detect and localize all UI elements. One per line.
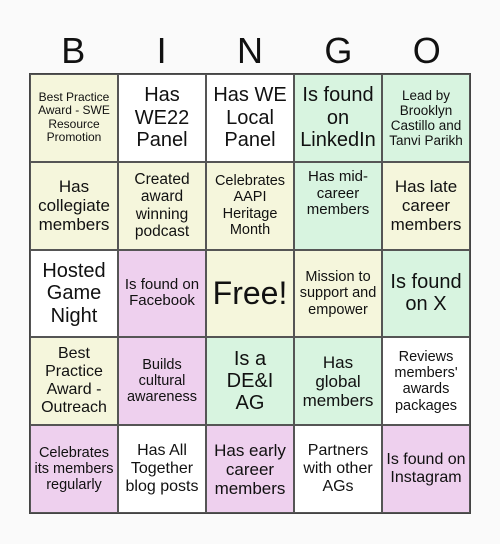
bingo-cell[interactable]: Is found on Instagram	[382, 425, 470, 513]
bingo-cell[interactable]: Hosted Game Night	[30, 249, 118, 338]
header-letter-n: N	[236, 30, 263, 71]
bingo-cell[interactable]: Is a DE&I AG	[206, 337, 294, 426]
bingo-cell[interactable]: Reviews members' awards packages	[382, 337, 470, 426]
cell-text: Best Practice Award - SWE Resource Promo…	[38, 90, 110, 145]
cell-text: Has All Together blog posts	[125, 442, 199, 496]
bingo-cell[interactable]: Has collegiate members	[30, 161, 118, 250]
bingo-cell[interactable]: Is found on X	[382, 249, 470, 338]
cell-text: Has global members	[302, 352, 374, 410]
bingo-cell[interactable]: Has mid-career members	[294, 161, 382, 250]
bingo-cell[interactable]: Has global members	[294, 337, 382, 426]
cell-text: Is found on Facebook	[124, 275, 200, 310]
bingo-header: B I N G O	[29, 30, 471, 72]
cell-text: Celebrates its members regularly	[34, 444, 114, 494]
bingo-cell[interactable]: Builds cultural awareness	[118, 337, 206, 426]
cell-text: Partners with other AGs	[303, 442, 373, 496]
cell-text: Has WE Local Panel	[213, 84, 287, 152]
cell-text: Free!	[212, 274, 288, 311]
cell-text: Reviews members' awards packages	[394, 348, 458, 414]
cell-text: Is found on X	[390, 271, 462, 316]
bingo-cell[interactable]: Created award winning podcast	[118, 161, 206, 250]
bingo-cell[interactable]: Has early career members	[206, 425, 294, 513]
cell-text: Best Practice Award - Outreach	[41, 345, 107, 417]
bingo-cell[interactable]: Celebrates its members regularly	[30, 425, 118, 513]
bingo-cell[interactable]: Celebrates AAPI Heritage Month	[206, 161, 294, 250]
cell-text: Builds cultural awareness	[126, 356, 198, 406]
bingo-cell[interactable]: Best Practice Award - Outreach	[30, 337, 118, 426]
bingo-cell[interactable]: Has WE Local Panel	[206, 74, 294, 162]
bingo-grid: Best Practice Award - SWE Resource Promo…	[29, 73, 471, 514]
bingo-cell[interactable]: Partners with other AGs	[294, 425, 382, 513]
cell-text: Is a DE&I AG	[226, 347, 274, 415]
cell-text: Has late career members	[390, 177, 462, 235]
cell-text: Hosted Game Night	[42, 259, 106, 327]
bingo-cell[interactable]: Has WE22 Panel	[118, 74, 206, 162]
cell-text: Has early career members	[214, 440, 286, 498]
bingo-cell[interactable]: Mission to support and empower	[294, 249, 382, 338]
header-letter-i: I	[156, 30, 167, 71]
cell-text: Is found on LinkedIn	[300, 84, 376, 152]
cell-text: Celebrates AAPI Heritage Month	[214, 173, 286, 238]
bingo-cell[interactable]: Is found on Facebook	[118, 249, 206, 338]
cell-text: Has WE22 Panel	[134, 84, 190, 152]
cell-text: Created award winning podcast	[134, 170, 190, 241]
cell-text: Has collegiate members	[38, 177, 110, 235]
cell-text: Has mid-career members	[306, 167, 370, 219]
bingo-cell[interactable]: Has late career members	[382, 161, 470, 250]
header-letter-o: O	[412, 30, 441, 71]
bingo-cell[interactable]: Lead by Brooklyn Castillo and Tanvi Pari…	[382, 74, 470, 162]
header-letter-g: G	[324, 30, 353, 71]
header-letter-b: B	[61, 30, 86, 71]
free-space[interactable]: Free!	[206, 249, 294, 338]
bingo-cell[interactable]: Best Practice Award - SWE Resource Promo…	[30, 74, 118, 162]
bingo-cell[interactable]: Is found on LinkedIn	[294, 74, 382, 162]
cell-text: Lead by Brooklyn Castillo and Tanvi Pari…	[389, 87, 463, 148]
cell-text: Mission to support and empower	[299, 269, 377, 318]
cell-text: Is found on Instagram	[386, 451, 466, 487]
bingo-cell[interactable]: Has All Together blog posts	[118, 425, 206, 513]
